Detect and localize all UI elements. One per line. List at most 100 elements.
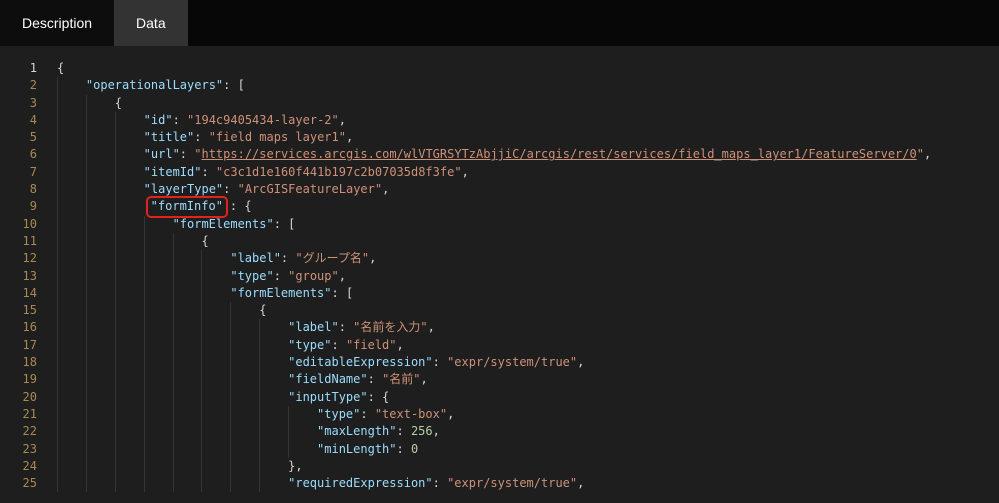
code-line: "maxLength": 256, [57, 423, 999, 440]
indent-guide [173, 302, 202, 319]
indent-guide [201, 285, 230, 302]
code-line: { [57, 60, 999, 77]
tab-data[interactable]: Data [114, 0, 188, 46]
json-editor[interactable]: 1234567891011121314151617181920212223242… [0, 46, 999, 503]
token-str: "expr/system/true" [447, 475, 577, 492]
indent-guide [115, 319, 144, 336]
indent-guide [115, 389, 144, 406]
indent-guide [115, 475, 144, 492]
indent-guide [259, 406, 288, 423]
token-key: "title" [144, 129, 195, 146]
token-key: "maxLength" [317, 423, 396, 440]
feature-server-url-link[interactable]: https://services.arcgis.com/wlVTGRSYTzAb… [201, 146, 916, 163]
indent-guide [86, 337, 115, 354]
token-punct: , [447, 406, 454, 423]
indent-guide [144, 371, 173, 388]
indent-guide [259, 354, 288, 371]
indent-guide [86, 423, 115, 440]
indent-guide [173, 233, 202, 250]
indent-guide [57, 302, 86, 319]
token-str: "名前" [382, 371, 420, 388]
code-line: "inputType": { [57, 389, 999, 406]
line-number: 9 [0, 198, 37, 215]
line-number: 18 [0, 354, 37, 371]
indent-guide [173, 354, 202, 371]
token-punct: { [201, 233, 208, 250]
indent-guide [144, 216, 173, 233]
indent-guide [173, 285, 202, 302]
indent-guide [144, 354, 173, 371]
line-number: 25 [0, 475, 37, 492]
indent-guide [230, 423, 259, 440]
token-punct: , [462, 164, 469, 181]
token-str: "group" [288, 268, 339, 285]
indent-guide [230, 319, 259, 336]
indent-guide [115, 423, 144, 440]
indent-guide [144, 285, 173, 302]
token-punct: : [274, 268, 288, 285]
token-str: "名前を入力" [353, 319, 427, 336]
tab-description[interactable]: Description [0, 0, 114, 46]
line-number: 2 [0, 77, 37, 94]
indent-guide [201, 302, 230, 319]
token-punct: : { [368, 389, 390, 406]
token-punct: , [421, 371, 428, 388]
indent-guide [86, 406, 115, 423]
indent-guide [57, 441, 86, 458]
indent-guide [115, 337, 144, 354]
token-punct: : [433, 475, 447, 492]
line-number: 4 [0, 112, 37, 129]
indent-guide [288, 441, 317, 458]
indent-guide [173, 441, 202, 458]
indent-guide [144, 250, 173, 267]
token-str: "text-box" [375, 406, 447, 423]
token-num: 0 [411, 441, 418, 458]
indent-guide [115, 268, 144, 285]
forminfo-key-annotation: "formInfo" [146, 196, 228, 217]
indent-guide [86, 458, 115, 475]
indent-guide [144, 423, 173, 440]
token-key: "type" [288, 337, 331, 354]
code-area[interactable]: {"operationalLayers": [{"id": "194c94054… [48, 60, 999, 503]
indent-guide [86, 389, 115, 406]
indent-guide [230, 337, 259, 354]
indent-guide [115, 354, 144, 371]
indent-guide [144, 406, 173, 423]
indent-guide [57, 112, 86, 129]
token-key: "url" [144, 146, 180, 163]
token-punct: , [433, 423, 440, 440]
line-number: 10 [0, 216, 37, 233]
token-punct: : [180, 146, 194, 163]
token-punct: , [339, 268, 346, 285]
line-number: 20 [0, 389, 37, 406]
indent-guide [144, 337, 173, 354]
line-number: 17 [0, 337, 37, 354]
indent-guide [115, 250, 144, 267]
token-key: "minLength" [317, 441, 396, 458]
indent-guide [86, 164, 115, 181]
token-str: "194c9405434-layer-2" [187, 112, 339, 129]
code-line: "title": "field maps layer1", [57, 129, 999, 146]
indent-guide [57, 250, 86, 267]
indent-guide [86, 250, 115, 267]
indent-guide [144, 268, 173, 285]
indent-guide [230, 475, 259, 492]
code-line: "type": "group", [57, 268, 999, 285]
code-line: "operationalLayers": [ [57, 77, 999, 94]
token-punct: : [281, 250, 295, 267]
token-punct: , [428, 319, 435, 336]
line-number: 16 [0, 319, 37, 336]
token-punct: : [397, 423, 411, 440]
token-punct: , [577, 475, 584, 492]
token-punct: }, [288, 458, 302, 475]
token-key: "formElements" [230, 285, 331, 302]
token-num: 256 [411, 423, 433, 440]
indent-guide [144, 319, 173, 336]
token-punct: : [339, 319, 353, 336]
indent-guide [86, 268, 115, 285]
indent-guide [288, 406, 317, 423]
indent-guide [230, 458, 259, 475]
indent-guide [86, 198, 115, 215]
indent-guide [57, 77, 86, 94]
indent-guide [115, 371, 144, 388]
